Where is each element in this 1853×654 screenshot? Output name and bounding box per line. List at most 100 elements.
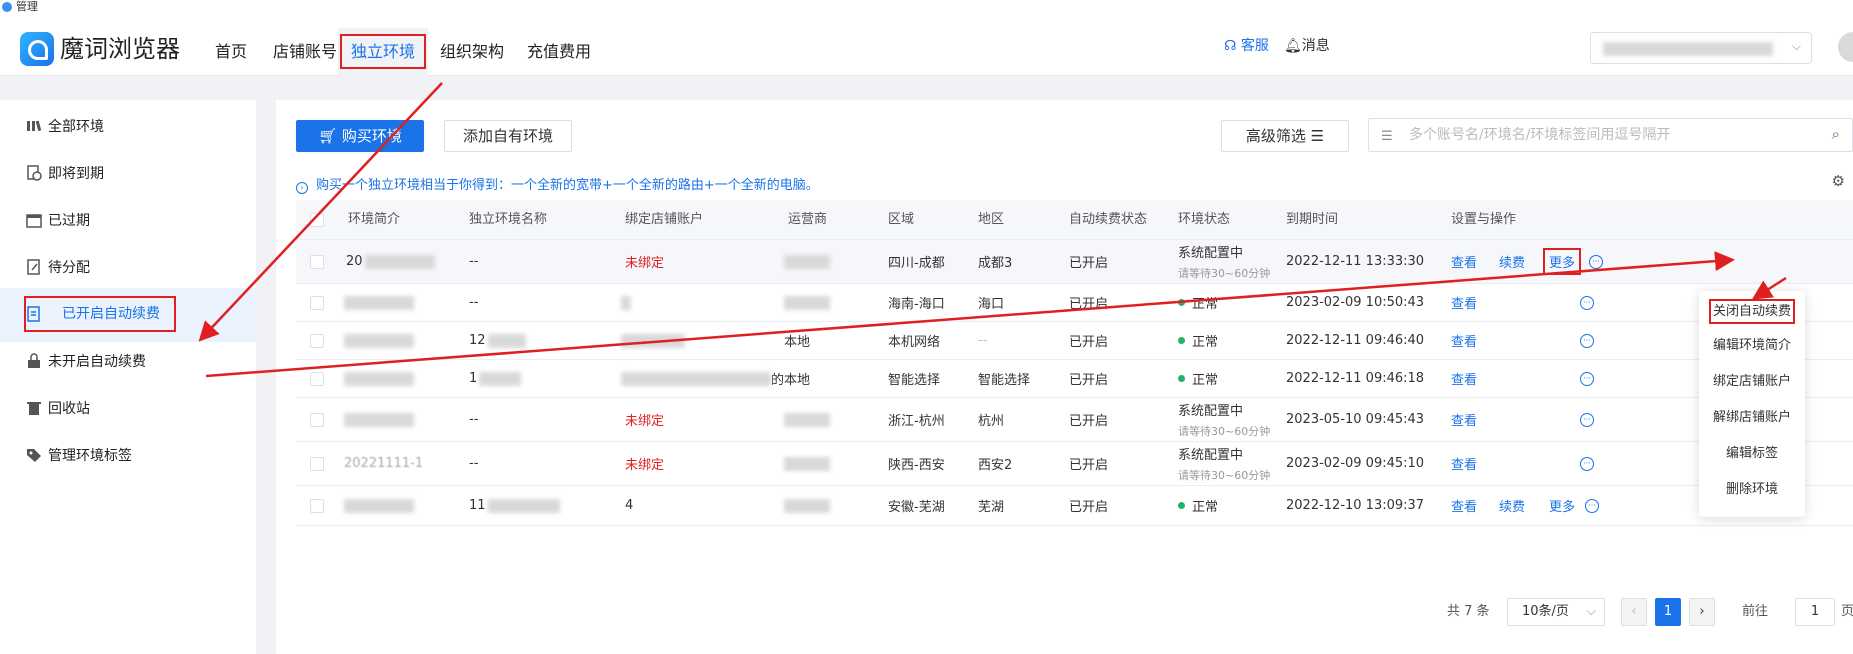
search-icon[interactable]: ⌕ [1832,125,1840,143]
prev-page-button[interactable]: ‹ [1621,598,1647,626]
view-link[interactable]: 查看 [1451,252,1477,271]
nav-tab-shop-accounts[interactable]: 店铺账号 [262,28,348,76]
more-circle-icon[interactable]: ··· [1585,498,1600,513]
renew-link[interactable]: 续费 [1499,496,1525,515]
next-page-button[interactable]: › [1689,598,1715,626]
more-circle-icon[interactable]: ··· [1580,412,1594,427]
row-checkbox[interactable] [310,371,324,386]
menu-item-edit-tags[interactable]: 编辑标签 [1699,439,1805,469]
cell-name: -- [469,412,479,427]
table-row[interactable]: -- 海南-海口 海口 已开启 正常 2023-02-09 10:50:43 查… [296,284,1853,322]
search-input[interactable] [1409,125,1809,145]
messages-link[interactable]: 🔔︎消息 [1284,34,1330,58]
nav-tab-recharge[interactable]: 充值费用 [523,28,595,76]
app-icon [2,2,12,12]
menu-item-bind-account[interactable]: 绑定店铺账户 [1699,367,1805,397]
cell-area: 成都3 [978,256,1013,271]
nav-tab-home[interactable]: 首页 [196,28,266,76]
cell-status: 正常 [1192,373,1219,388]
cell-region: 海南-海口 [888,297,945,312]
top-nav: 魔词浏览器 首页 店铺账号 独立环境 组织架构 充值费用 ☊ 客服 🔔︎消息 ⌵ [0,14,1853,76]
brand-name: 魔词浏览器 [60,35,180,63]
avatar[interactable] [1838,32,1853,62]
nav-tab-independent-env[interactable]: 独立环境 [338,28,428,76]
sidebar-item-manage-tags[interactable]: 管理环境标签 [0,429,256,483]
row-checkbox[interactable] [310,498,324,513]
menu-item-unbind-account[interactable]: 解绑店铺账户 [1699,403,1805,433]
row-checkbox[interactable] [310,412,324,427]
table-row[interactable]: 11 4 安徽-芜湖 芜湖 已开启 正常 2022-12-10 13:09:37… [296,486,1853,526]
nav-tab-org[interactable]: 组织架构 [436,28,508,76]
cell-area: 杭州 [978,414,1005,429]
more-circle-icon[interactable]: ··· [1580,295,1594,310]
menu-item-delete-env[interactable]: 删除环境 [1699,475,1805,505]
goto-page-input[interactable]: 1 [1795,598,1835,626]
cell-region: 四川-成都 [888,256,945,271]
col-name: 独立环境名称 [469,212,548,227]
sidebar-item-label: 管理环境标签 [48,448,132,464]
cell-account: 的 [771,373,785,388]
more-link[interactable]: 更多 [1549,496,1575,515]
table-row[interactable]: 20 -- 未绑定 四川-成都 成都3 已开启 系统配置中 请等待30~60分钟 … [296,240,1853,284]
service-link[interactable]: ☊ 客服 [1224,34,1269,58]
table-row[interactable]: 12 本地 本机网络 -- 已开启 正常 2022-12-11 09:46:40… [296,322,1853,360]
sidebar-item-pending[interactable]: 待分配 [0,241,256,295]
view-link[interactable]: 查看 [1451,410,1477,429]
more-circle-icon[interactable]: ··· [1580,456,1594,471]
table-row[interactable]: 1 的 本地 智能选择 智能选择 已开启 正常 2022-12-11 09:46… [296,360,1853,398]
buy-env-button[interactable]: 🛒︎ 购买环境 [296,120,424,152]
menu-item-disable-auto-renew[interactable]: 关闭自动续费 [1699,297,1805,327]
view-link[interactable]: 查看 [1451,454,1477,473]
view-link[interactable]: 查看 [1451,331,1477,350]
cell-account[interactable]: 未绑定 [625,240,664,283]
cell-name: -- [469,456,479,471]
sidebar-item-auto-renew-on[interactable]: 已开启自动续费 [0,288,256,342]
cell-auto-renew: 已开启 [1069,256,1109,271]
sidebar-item-expired[interactable]: 已过期 [0,194,256,248]
table-row[interactable]: -- 未绑定 浙江-杭州 杭州 已开启 系统配置中 请等待30~60分钟 2023… [296,398,1853,442]
cell-status: 正常 [1192,297,1219,312]
sidebar-item-recycle-bin[interactable]: 回收站 [0,382,256,436]
advanced-filter-button[interactable]: 高级筛选 ☰ [1221,120,1349,152]
redacted [364,254,435,269]
sidebar-item-auto-renew-off[interactable]: 未开启自动续费 [0,335,256,389]
redacted [621,333,685,348]
sidebar-item-all[interactable]: 全部环境 [0,100,256,154]
more-link[interactable]: 更多 [1543,248,1582,275]
col-account: 绑定店铺账户 [625,212,704,227]
renew-link[interactable]: 续费 [1499,252,1525,271]
row-checkbox[interactable] [310,333,324,348]
row-checkbox[interactable] [310,254,324,269]
more-circle-icon[interactable]: ··· [1580,333,1594,348]
select-all-checkbox[interactable] [310,213,324,227]
cell-account[interactable]: 未绑定 [625,398,664,441]
cell-account[interactable]: 未绑定 [625,442,664,485]
view-link[interactable]: 查看 [1451,369,1477,388]
view-link[interactable]: 查看 [1451,293,1477,312]
redacted [344,371,414,386]
calendar-icon [26,214,42,228]
sidebar-item-expiring[interactable]: 即将到期 [0,147,256,201]
add-own-env-button[interactable]: 添加自有环境 [444,120,572,152]
cell-status: 系统配置中 [1178,404,1244,419]
redacted [621,295,631,310]
table-row[interactable]: 20221111-1 -- 未绑定 陕西-西安 西安2 已开启 系统配置中 请等待… [296,442,1853,486]
more-circle-icon[interactable]: ··· [1580,371,1594,386]
cell-expire: 2022-12-11 09:46:40 [1286,333,1425,348]
cell-account: 4 [625,498,634,513]
cell-status: 正常 [1192,500,1219,515]
page-size-select[interactable]: 10条/页 ⌵ [1507,598,1605,626]
col-isp: 运营商 [788,212,828,227]
more-circle-icon[interactable]: ··· [1589,254,1604,269]
search-box: ☰ ⌕ [1368,118,1853,152]
cart-icon: 🛒︎ [318,127,338,145]
page-1-button[interactable]: 1 [1655,598,1681,626]
col-region: 区域 [888,212,915,227]
view-link[interactable]: 查看 [1451,496,1477,515]
gear-icon[interactable]: ⚙ [1832,172,1845,190]
cell-auto-renew: 已开启 [1069,297,1109,312]
menu-item-edit-intro[interactable]: 编辑环境简介 [1699,331,1805,361]
row-checkbox[interactable] [310,295,324,310]
row-checkbox[interactable] [310,456,324,471]
account-select[interactable]: ⌵ [1590,32,1812,64]
